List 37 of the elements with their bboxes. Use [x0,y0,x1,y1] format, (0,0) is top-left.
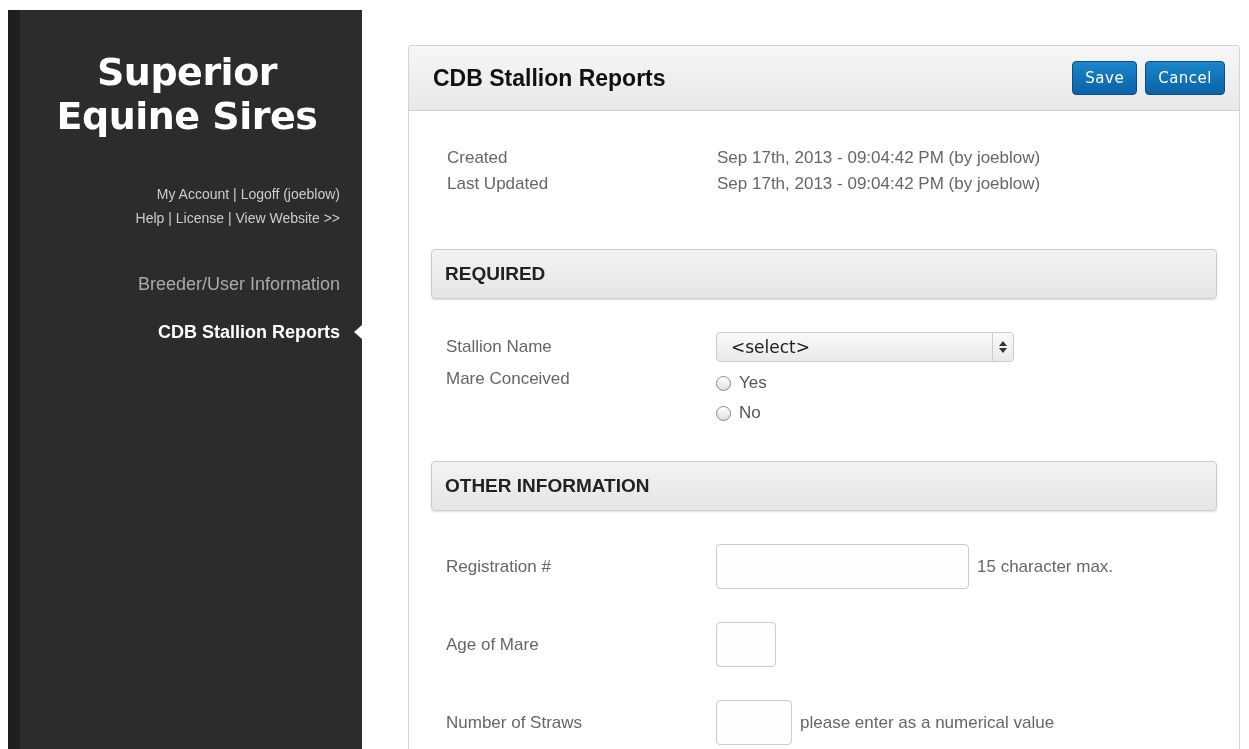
radio-label[interactable]: No [739,398,761,428]
meta-label: Created [447,147,509,169]
link-separator: | [227,210,232,226]
panel-title: CDB Stallion Reports [433,64,666,92]
updown-arrows-icon [999,341,1007,353]
link-separator: | [233,186,237,202]
nav-item[interactable]: CDB Stallion Reports [158,308,362,356]
header-link[interactable]: Help [135,210,165,226]
header-link[interactable]: Logoff (joeblow) [240,186,340,202]
field-label: Age of Mare [446,634,540,656]
header-link[interactable]: License [175,210,225,226]
text-field[interactable] [716,544,969,589]
nav-item[interactable]: Breeder/User Information [137,260,362,308]
meta-value: Sep 17th, 2013 - 09:04:42 PM (by joeblow) [717,173,1042,195]
radio-button[interactable] [716,405,731,421]
header-link[interactable]: View Website >> [235,210,340,226]
save-button[interactable]: Save [1072,61,1138,95]
field-hint: 15 character max. [977,556,1114,577]
section-header: REQUIRED [431,249,1217,299]
active-pointer-icon [354,325,362,339]
text-field[interactable] [716,700,792,745]
link-separator: | [168,210,172,226]
meta-label: Last Updated [447,173,550,195]
field-label: Number of Straws [446,712,584,734]
field-label: Stallion Name [446,336,553,358]
radio-label[interactable]: Yes [739,368,767,398]
cancel-button[interactable]: Cancel [1145,61,1225,95]
site-title: Superior Equine Sires [55,49,319,138]
header-link[interactable]: My Account [156,186,230,202]
meta-value: Sep 17th, 2013 - 09:04:42 PM (by joeblow) [717,147,1042,169]
field-label: Registration # [446,556,552,578]
field-hint: please enter as a numerical value [800,712,1055,733]
text-field[interactable] [716,622,776,667]
stallion-select[interactable]: <select> [716,332,1014,362]
field-label: Mare Conceived [446,368,571,390]
radio-button[interactable] [716,375,731,391]
section-header: OTHER INFORMATION [431,461,1217,511]
